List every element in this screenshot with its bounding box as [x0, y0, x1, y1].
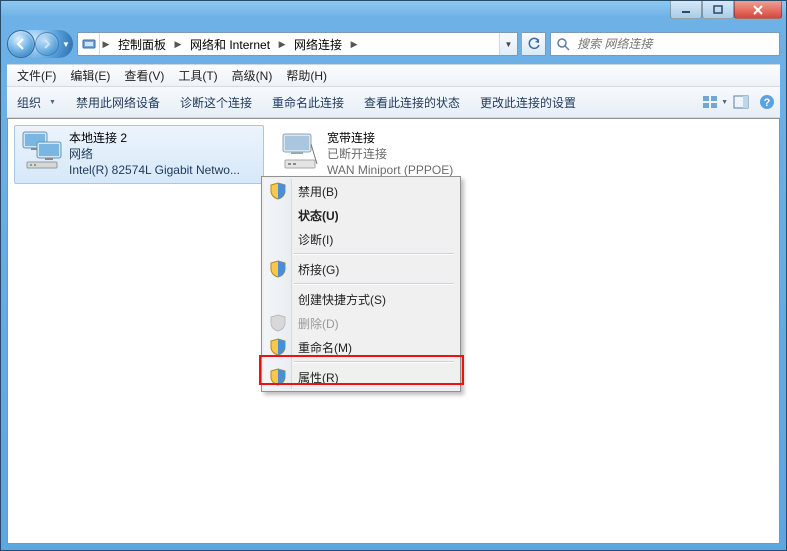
menu-file[interactable]: 文件(F): [11, 65, 62, 86]
ctx-label: 诊断(I): [298, 231, 333, 248]
breadcrumb-item[interactable]: 控制面板: [112, 33, 172, 55]
menu-help[interactable]: 帮助(H): [280, 65, 333, 86]
connection-status: 已断开连接: [327, 146, 453, 162]
ctx-label: 桥接(G): [298, 261, 339, 278]
connection-name: 本地连接 2: [69, 130, 240, 146]
crumb-sep-icon[interactable]: ▶: [276, 33, 288, 55]
ctx-label: 创建快捷方式(S): [298, 291, 386, 308]
ctx-shortcut[interactable]: 创建快捷方式(S): [264, 287, 458, 311]
breadcrumb-item[interactable]: 网络和 Internet: [184, 33, 276, 55]
help-button[interactable]: ?: [754, 94, 780, 110]
ctx-diagnose[interactable]: 诊断(I): [264, 227, 458, 251]
connection-item[interactable]: 宽带连接 已断开连接 WAN Miniport (PPPOE): [272, 125, 522, 184]
view-status-button[interactable]: 查看此连接的状态: [354, 90, 470, 115]
connection-name: 宽带连接: [327, 130, 453, 146]
context-menu: 禁用(B) 状态(U) 诊断(I) 桥接(G) 创建快捷方式(S) 删除(D): [261, 176, 461, 392]
ctx-label: 删除(D): [298, 315, 339, 332]
menu-tools[interactable]: 工具(T): [172, 65, 223, 86]
shield-icon: [269, 338, 287, 356]
ctx-rename[interactable]: 重命名(M): [264, 335, 458, 359]
forward-button[interactable]: [35, 32, 59, 56]
change-settings-button[interactable]: 更改此连接的设置: [470, 90, 586, 115]
connection-text: 宽带连接 已断开连接 WAN Miniport (PPPOE): [327, 130, 453, 179]
menu-advanced[interactable]: 高级(N): [226, 65, 279, 86]
ctx-status[interactable]: 状态(U): [264, 203, 458, 227]
ctx-bridge[interactable]: 桥接(G): [264, 257, 458, 281]
search-input[interactable]: [575, 37, 779, 51]
nav-history-dropdown[interactable]: ▼: [59, 31, 73, 57]
search-icon: [551, 37, 575, 51]
back-button[interactable]: [7, 30, 35, 58]
broadband-icon: [279, 130, 321, 172]
shield-icon: [269, 182, 287, 200]
connection-adapter: Intel(R) 82574L Gigabit Netwo...: [69, 162, 240, 178]
ethernet-icon: [21, 130, 63, 172]
navigation-row: ▼ ▶ 控制面板 ▶ 网络和 Internet ▶ 网络连接 ▶ ▼: [7, 29, 780, 59]
svg-text:?: ?: [764, 97, 771, 109]
menu-edit[interactable]: 编辑(E): [64, 65, 116, 86]
ctx-disable[interactable]: 禁用(B): [264, 179, 458, 203]
ctx-properties[interactable]: 属性(R): [264, 365, 458, 389]
menu-bar: 文件(F) 编辑(E) 查看(V) 工具(T) 高级(N) 帮助(H): [7, 64, 780, 86]
crumb-sep-icon[interactable]: ▶: [172, 33, 184, 55]
breadcrumb-item[interactable]: 网络连接: [288, 33, 348, 55]
explorer-window: ▼ ▶ 控制面板 ▶ 网络和 Internet ▶ 网络连接 ▶ ▼: [0, 0, 787, 551]
ctx-label: 禁用(B): [298, 183, 338, 200]
shield-icon: [269, 368, 287, 386]
crumb-sep-icon[interactable]: ▶: [348, 33, 360, 55]
close-button[interactable]: [734, 1, 782, 19]
view-mode-button[interactable]: [702, 95, 728, 109]
minimize-button[interactable]: [670, 1, 702, 19]
search-bar: [550, 32, 780, 56]
location-icon: [78, 33, 100, 55]
maximize-button[interactable]: [702, 1, 734, 19]
rename-button[interactable]: 重命名此连接: [262, 90, 354, 115]
crumb-sep-icon[interactable]: ▶: [100, 33, 112, 55]
ctx-label: 状态(U): [298, 207, 339, 224]
address-dropdown[interactable]: ▼: [499, 33, 517, 55]
diagnose-button[interactable]: 诊断这个连接: [170, 90, 262, 115]
organize-button[interactable]: 组织: [7, 90, 66, 115]
menu-view[interactable]: 查看(V): [118, 65, 170, 86]
connection-list: 本地连接 2 网络 Intel(R) 82574L Gigabit Netwo.…: [14, 125, 773, 184]
connection-item[interactable]: 本地连接 2 网络 Intel(R) 82574L Gigabit Netwo.…: [14, 125, 264, 184]
ctx-label: 重命名(M): [298, 339, 352, 356]
preview-pane-button[interactable]: [728, 95, 754, 109]
connection-text: 本地连接 2 网络 Intel(R) 82574L Gigabit Netwo.…: [69, 130, 240, 179]
address-bar[interactable]: ▶ 控制面板 ▶ 网络和 Internet ▶ 网络连接 ▶ ▼: [77, 32, 518, 56]
shield-icon: [269, 260, 287, 278]
toolbar: 组织 禁用此网络设备 诊断这个连接 重命名此连接 查看此连接的状态 更改此连接的…: [7, 86, 780, 118]
shield-icon: [269, 314, 287, 332]
refresh-button[interactable]: [522, 32, 546, 56]
window-controls: [670, 1, 782, 21]
nav-arrow-group: ▼: [7, 30, 73, 58]
ctx-label: 属性(R): [298, 369, 339, 386]
ctx-delete: 删除(D): [264, 311, 458, 335]
disable-device-button[interactable]: 禁用此网络设备: [66, 90, 170, 115]
connection-status: 网络: [69, 146, 240, 162]
